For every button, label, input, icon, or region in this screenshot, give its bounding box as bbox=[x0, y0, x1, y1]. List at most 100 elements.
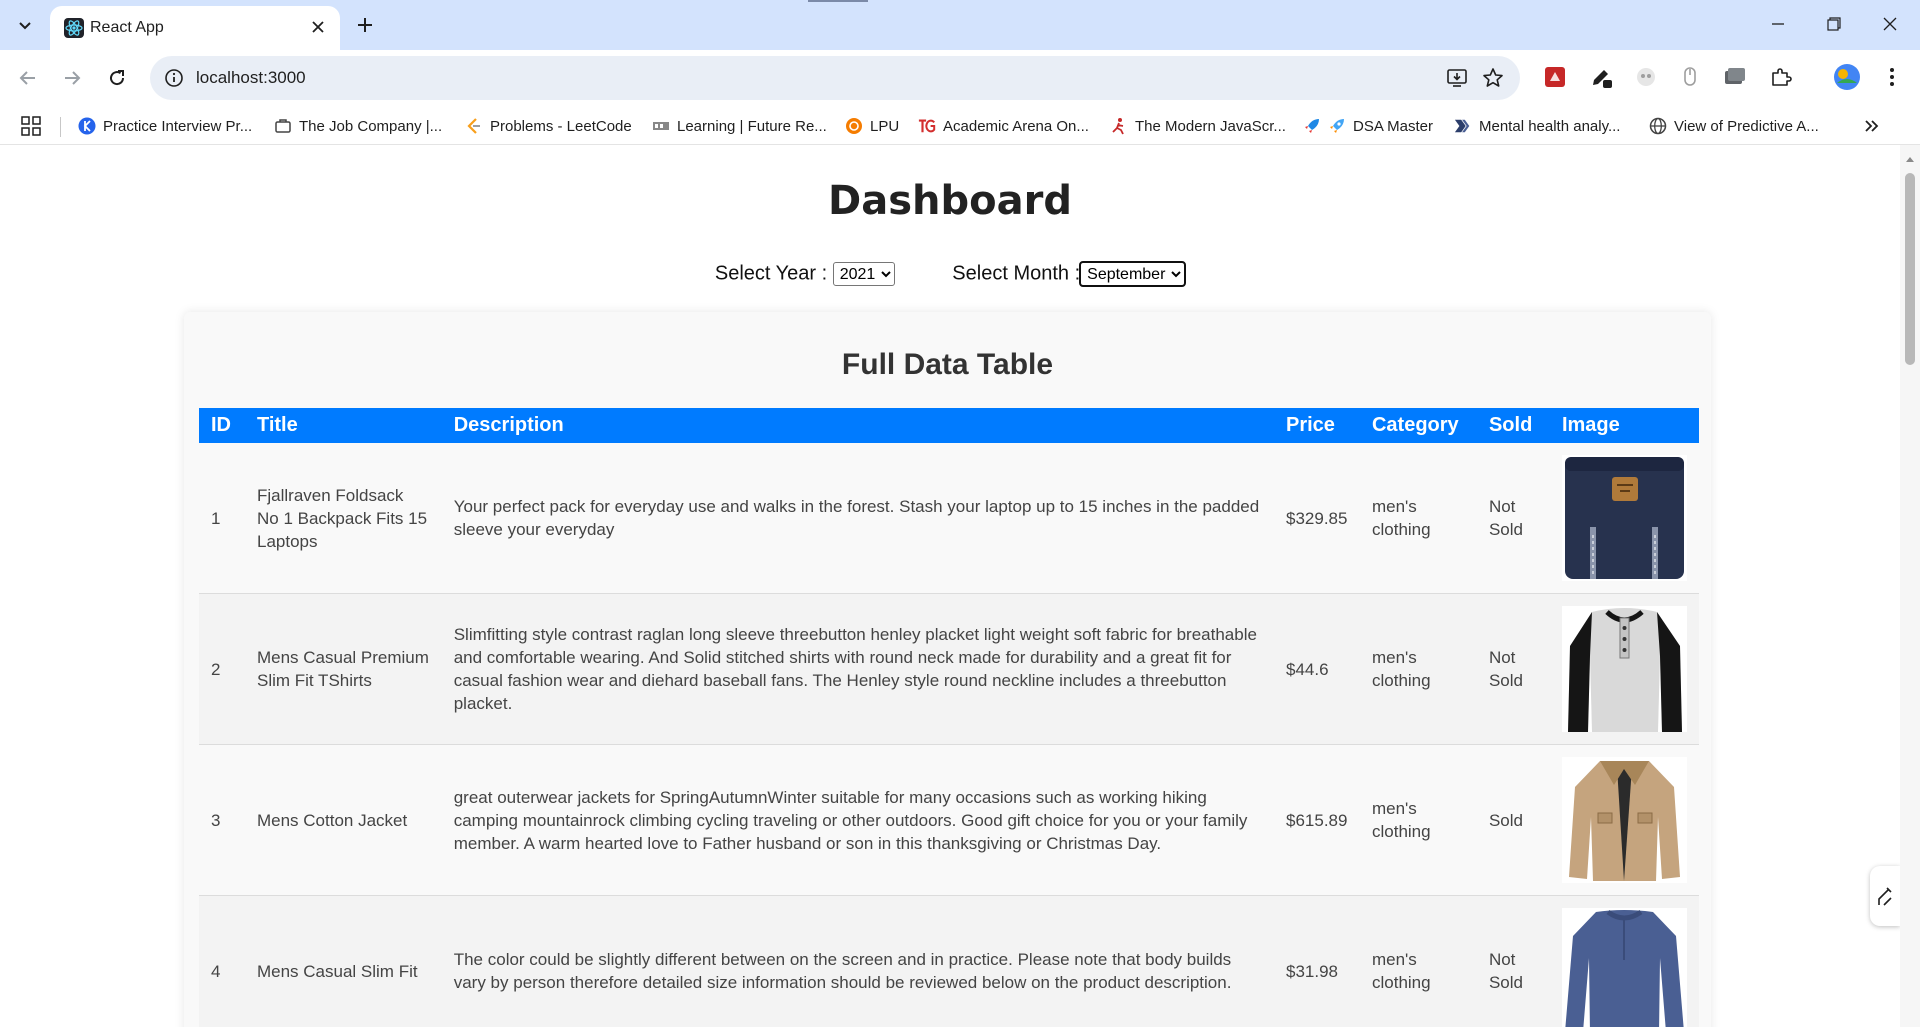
column-header-image[interactable]: Image bbox=[1549, 408, 1699, 443]
bookmark-label: Learning | Future Re... bbox=[677, 117, 827, 135]
close-tab-icon[interactable] bbox=[308, 17, 328, 37]
bookmark-item[interactable]: LPU bbox=[845, 114, 899, 138]
bookmark-item[interactable]: The Modern JavaScr... bbox=[1110, 114, 1286, 138]
column-header-price[interactable]: Price bbox=[1274, 408, 1360, 443]
bookmark-item[interactable]: Mental health analy... bbox=[1454, 114, 1620, 138]
scroll-up-arrow-icon[interactable] bbox=[1905, 155, 1915, 163]
leetcode-icon bbox=[465, 117, 483, 135]
column-header-category[interactable]: Category bbox=[1359, 408, 1477, 443]
cell-id: 2 bbox=[199, 593, 245, 745]
tab-strip: React App bbox=[0, 0, 1920, 50]
table-title: Full Data Table bbox=[841, 348, 1054, 381]
cell-description: The color could be slightly different be… bbox=[441, 895, 1274, 1027]
cell-title: Mens Casual Premium Slim Fit TShirts bbox=[244, 593, 442, 745]
bookmark-star-icon[interactable] bbox=[1482, 67, 1504, 89]
rocket-icon bbox=[1303, 117, 1321, 135]
reload-button[interactable] bbox=[100, 61, 134, 95]
table-row: 2 Mens Casual Premium Slim Fit TShirts S… bbox=[199, 593, 1699, 745]
running-person-icon bbox=[1110, 117, 1128, 135]
tg-logo-icon bbox=[918, 117, 936, 135]
cell-sold: Not Sold bbox=[1476, 895, 1550, 1027]
tshirt-icon bbox=[1561, 606, 1687, 732]
minimize-icon bbox=[1772, 23, 1784, 25]
bookmark-label: Mental health analy... bbox=[1479, 117, 1621, 135]
globe-icon bbox=[1649, 117, 1667, 135]
rocket-icon bbox=[1328, 117, 1346, 135]
cell-sold: Sold bbox=[1476, 744, 1550, 896]
arrow-right-icon bbox=[65, 71, 81, 85]
column-header-id[interactable]: ID bbox=[199, 408, 245, 443]
year-select[interactable]: 2021 bbox=[832, 262, 895, 286]
double-chevron-right-icon[interactable] bbox=[1862, 116, 1882, 136]
bookmark-label: The Modern JavaScr... bbox=[1135, 117, 1286, 135]
new-tab-button[interactable] bbox=[352, 12, 378, 38]
cell-id: 3 bbox=[199, 744, 245, 896]
page-scrollbar[interactable] bbox=[1900, 145, 1920, 1027]
address-bar[interactable]: localhost:3000 bbox=[150, 56, 1520, 100]
year-label: Select Year : bbox=[714, 262, 828, 285]
lpu-icon bbox=[845, 117, 863, 135]
extension-pen-icon[interactable] bbox=[1587, 63, 1615, 91]
briefcase-icon bbox=[274, 117, 292, 135]
backpack-icon bbox=[1561, 455, 1687, 581]
cell-title: Mens Casual Slim Fit bbox=[244, 895, 442, 1027]
scrollbar-thumb[interactable] bbox=[1905, 173, 1915, 365]
bookmark-label: Practice Interview Pr... bbox=[103, 117, 253, 135]
cell-price: $31.98 bbox=[1274, 895, 1360, 1027]
bookmark-item[interactable]: The Job Company |... bbox=[274, 114, 442, 138]
reload-icon bbox=[110, 70, 125, 86]
column-header-description[interactable]: Description bbox=[441, 408, 1274, 443]
extension-panda-icon[interactable] bbox=[1632, 63, 1660, 91]
bookmark-item[interactable]: Problems - LeetCode bbox=[465, 114, 632, 138]
react-logo-icon bbox=[64, 18, 84, 38]
table-row: 4 Mens Casual Slim Fit The color could b… bbox=[199, 895, 1699, 1027]
cell-price: $615.89 bbox=[1274, 744, 1360, 896]
bookmark-item[interactable]: Learning | Future Re... bbox=[652, 114, 827, 138]
cell-sold: Not Sold bbox=[1476, 593, 1550, 745]
restore-button[interactable] bbox=[1806, 0, 1862, 48]
extension-red-icon[interactable] bbox=[1541, 63, 1569, 91]
side-panel-toggle[interactable] bbox=[1870, 866, 1900, 926]
page-viewport: Dashboard Select Year : 2021 Select Mont… bbox=[0, 145, 1900, 1027]
extension-window-icon[interactable] bbox=[1721, 63, 1749, 91]
install-app-icon[interactable] bbox=[1446, 67, 1468, 89]
cell-description: Slimfitting style contrast raglan long s… bbox=[441, 593, 1274, 745]
bookmark-item[interactable]: View of Predictive A... bbox=[1649, 114, 1819, 138]
site-info-icon[interactable] bbox=[164, 68, 184, 88]
blue-k-icon bbox=[78, 117, 96, 135]
ink-tool-icon bbox=[1878, 887, 1892, 906]
jacket-icon bbox=[1561, 757, 1687, 883]
month-label: Select Month : bbox=[952, 262, 1081, 285]
profile-avatar[interactable] bbox=[1832, 62, 1862, 92]
minimize-button[interactable] bbox=[1750, 0, 1806, 48]
bookmark-item[interactable]: Practice Interview Pr... bbox=[78, 114, 252, 138]
extensions-puzzle-icon[interactable] bbox=[1767, 63, 1795, 91]
page-title: Dashboard bbox=[828, 178, 1072, 224]
cell-image bbox=[1549, 443, 1699, 594]
cell-id: 1 bbox=[199, 443, 245, 594]
cell-image bbox=[1549, 593, 1699, 745]
close-window-button[interactable] bbox=[1862, 0, 1918, 48]
bookmark-label: View of Predictive A... bbox=[1674, 117, 1819, 135]
column-header-title[interactable]: Title bbox=[244, 408, 442, 443]
apps-grid-icon[interactable] bbox=[20, 115, 42, 137]
cell-title: Mens Cotton Jacket bbox=[244, 744, 442, 896]
column-header-sold[interactable]: Sold bbox=[1476, 408, 1550, 443]
extension-mouse-icon[interactable] bbox=[1676, 63, 1704, 91]
back-button[interactable] bbox=[11, 61, 45, 95]
cell-category: men's clothing bbox=[1359, 593, 1477, 745]
month-select[interactable]: September bbox=[1079, 261, 1187, 287]
bookmark-label: DSA Master bbox=[1353, 117, 1434, 135]
bookmarks-bar: Practice Interview Pr... The Job Company… bbox=[0, 108, 1920, 145]
browser-menu-icon[interactable] bbox=[1878, 63, 1906, 91]
cell-image bbox=[1549, 744, 1699, 896]
cell-id: 4 bbox=[199, 895, 245, 1027]
forward-button[interactable] bbox=[55, 61, 89, 95]
bookmark-item[interactable]: DSA Master bbox=[1303, 114, 1433, 138]
active-tab[interactable]: React App bbox=[50, 6, 340, 50]
bookmark-item[interactable]: Academic Arena On... bbox=[918, 114, 1089, 138]
filter-bar: Select Year : 2021 Select Month : Septem… bbox=[0, 261, 1900, 287]
tab-search-button[interactable] bbox=[10, 10, 40, 40]
cell-image bbox=[1549, 895, 1699, 1027]
url-text[interactable]: localhost:3000 bbox=[196, 68, 306, 88]
